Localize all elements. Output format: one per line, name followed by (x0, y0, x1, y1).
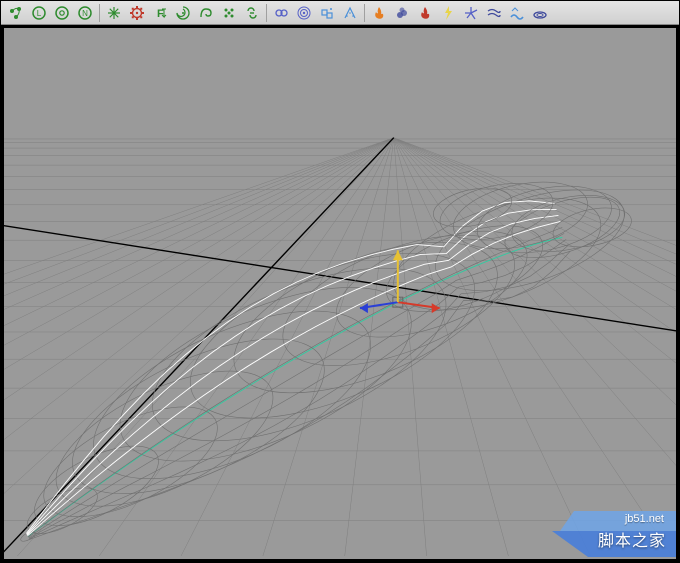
spray-icon[interactable] (339, 3, 361, 23)
viewport-frame: jb51.net 脚本之家 (1, 25, 679, 562)
lightning-icon[interactable] (437, 3, 459, 23)
svg-text:N: N (82, 9, 88, 18)
field-f-icon[interactable]: F (149, 3, 171, 23)
fire-icon[interactable] (368, 3, 390, 23)
svg-text:F: F (157, 8, 164, 20)
dynamics-toolbar: LNF (1, 1, 679, 25)
gear-dynamics-icon[interactable] (126, 3, 148, 23)
burst-icon[interactable] (103, 3, 125, 23)
flow-icon[interactable] (483, 3, 505, 23)
smoke-icon[interactable] (391, 3, 413, 23)
emitter-n-icon[interactable]: N (74, 3, 96, 23)
emitter-o-icon[interactable] (51, 3, 73, 23)
instancer-icon[interactable] (316, 3, 338, 23)
toolbar-separator (99, 4, 100, 22)
app-window: L N F jb51.net 脚本之家 (0, 0, 680, 563)
curl-icon[interactable] (195, 3, 217, 23)
vortex-icon[interactable] (172, 3, 194, 23)
collision-icon[interactable] (270, 3, 292, 23)
svg-text:L: L (37, 9, 42, 18)
pond-icon[interactable] (529, 3, 551, 23)
particle-tool-icon[interactable] (5, 3, 27, 23)
emitter-l-icon[interactable]: L (28, 3, 50, 23)
goal-icon[interactable] (293, 3, 315, 23)
toolbar-separator (266, 4, 267, 22)
link-icon[interactable] (241, 3, 263, 23)
fireworks-icon[interactable] (414, 3, 436, 23)
sprite-icon[interactable] (218, 3, 240, 23)
shatter-icon[interactable] (460, 3, 482, 23)
surface-flow-icon[interactable] (506, 3, 528, 23)
scene-canvas (4, 28, 676, 556)
toolbar-separator (364, 4, 365, 22)
perspective-viewport[interactable]: jb51.net 脚本之家 (4, 28, 676, 559)
